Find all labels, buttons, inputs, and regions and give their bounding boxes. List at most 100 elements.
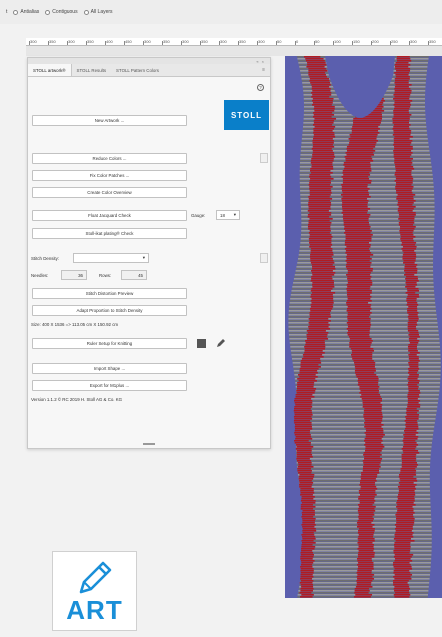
red-band-segment bbox=[345, 242, 369, 244]
red-band-segment bbox=[348, 272, 371, 274]
stoll-ikat-check-button[interactable]: Stoll-ikat plating® Check bbox=[32, 228, 187, 239]
red-band-segment bbox=[364, 410, 382, 412]
red-band-segment bbox=[297, 450, 312, 452]
tab-stoll-pattern-colors[interactable]: STOLL Pattern Colors bbox=[111, 64, 164, 76]
red-band-segment bbox=[395, 180, 413, 182]
red-band-segment bbox=[401, 468, 416, 470]
red-band-segment bbox=[313, 130, 332, 132]
close-icon[interactable]: × bbox=[262, 59, 264, 64]
create-color-overview-button[interactable]: Create Color Overview bbox=[32, 187, 187, 198]
red-band-segment bbox=[301, 546, 315, 548]
artwork-canvas[interactable] bbox=[285, 56, 442, 598]
red-band-segment bbox=[394, 124, 411, 126]
red-band-segment bbox=[359, 388, 378, 390]
float-jacquard-check-button[interactable]: Float Jacquard Check bbox=[32, 210, 187, 221]
new-artwork-button[interactable]: New Artwork ... bbox=[32, 115, 187, 126]
red-band-segment bbox=[355, 594, 372, 596]
red-band-segment bbox=[399, 212, 416, 214]
red-band-segment bbox=[314, 122, 334, 124]
red-band-segment bbox=[310, 82, 330, 84]
red-band-segment bbox=[393, 550, 410, 552]
red-band-segment bbox=[309, 242, 331, 244]
red-band-segment bbox=[302, 510, 314, 512]
red-band-segment bbox=[301, 548, 314, 550]
red-band-segment bbox=[348, 334, 370, 336]
red-band-segment bbox=[396, 70, 410, 72]
red-band-segment bbox=[405, 264, 417, 266]
red-band-segment bbox=[358, 566, 373, 568]
red-band-segment bbox=[346, 302, 368, 304]
help-icon[interactable]: ? bbox=[257, 84, 264, 91]
grid-icon[interactable] bbox=[197, 339, 206, 348]
pencil-icon[interactable] bbox=[216, 338, 226, 348]
red-band-segment bbox=[296, 394, 313, 396]
red-band-segment bbox=[300, 492, 314, 494]
resize-grip[interactable] bbox=[143, 443, 155, 445]
fix-color-patches-button[interactable]: Fix Color Patches ... bbox=[32, 170, 187, 181]
red-band-segment bbox=[363, 404, 382, 406]
needles-input[interactable]: 36 bbox=[61, 270, 87, 280]
red-band-segment bbox=[403, 452, 419, 454]
antialias-option[interactable]: Antialias bbox=[13, 9, 39, 15]
red-band-segment bbox=[344, 222, 369, 224]
red-band-segment bbox=[408, 344, 417, 346]
red-band-segment bbox=[342, 206, 368, 208]
red-band-segment bbox=[359, 484, 375, 486]
red-band-segment bbox=[300, 590, 313, 592]
red-band-segment bbox=[309, 324, 329, 326]
all-layers-option[interactable]: All Layers bbox=[84, 9, 113, 15]
tab-stoll-artwork[interactable]: STOLL artwork® bbox=[28, 64, 72, 76]
red-band-segment bbox=[314, 114, 334, 116]
red-band-segment bbox=[399, 474, 416, 476]
red-band-segment bbox=[394, 154, 412, 156]
ruler-tick-label: 50 bbox=[315, 39, 319, 44]
red-band-segment bbox=[410, 342, 418, 344]
red-band-segment bbox=[344, 232, 370, 234]
red-band-segment bbox=[363, 416, 382, 418]
red-band-segment bbox=[354, 596, 371, 598]
red-band-segment bbox=[305, 344, 325, 346]
red-band-segment bbox=[400, 470, 416, 472]
red-band-segment bbox=[311, 248, 332, 250]
red-band-segment bbox=[355, 590, 370, 592]
art-badge-label: ART bbox=[53, 595, 136, 626]
red-band-segment bbox=[309, 174, 330, 176]
red-band-segment bbox=[403, 440, 416, 442]
rows-input[interactable]: 45 bbox=[121, 270, 147, 280]
contiguous-option[interactable]: Contiguous bbox=[45, 9, 77, 15]
adapt-proportion-button[interactable]: Adapt Proportion to Stitch Density bbox=[32, 305, 187, 316]
red-band-segment bbox=[297, 386, 314, 388]
export-mcplus-button[interactable]: Export for M1plus ... bbox=[32, 380, 187, 391]
red-band-segment bbox=[312, 274, 334, 276]
expand-icon[interactable] bbox=[260, 153, 268, 163]
import-shape-button[interactable]: Import Shape ... bbox=[32, 363, 187, 374]
ruler-tick bbox=[314, 41, 315, 45]
red-band-segment bbox=[311, 294, 333, 296]
stitch-distortion-preview-button[interactable]: Stitch Distortion Preview bbox=[32, 288, 187, 299]
red-band-segment bbox=[294, 422, 311, 424]
collapse-icon[interactable]: « bbox=[256, 59, 258, 64]
red-band-segment bbox=[357, 526, 373, 528]
red-band-segment bbox=[347, 294, 370, 296]
gauge-select[interactable]: 18 ▾ bbox=[216, 210, 240, 220]
ruler-tick bbox=[162, 41, 163, 45]
ruler-tick-label: 300 bbox=[220, 39, 227, 44]
red-band-segment bbox=[347, 308, 371, 310]
red-band-segment bbox=[354, 592, 368, 594]
red-band-segment bbox=[296, 444, 311, 446]
expand-icon[interactable] bbox=[260, 253, 268, 263]
tab-stoll-results[interactable]: STOLL Results bbox=[72, 64, 112, 76]
ruler-tick bbox=[295, 41, 296, 45]
red-band-segment bbox=[394, 140, 412, 142]
reduce-colors-button[interactable]: Reduce Colors ... bbox=[32, 153, 187, 164]
ruler-tick bbox=[390, 41, 391, 45]
ruler-setup-button[interactable]: Ruler Setup for Knitting bbox=[32, 338, 187, 349]
panel-menu-icon[interactable]: ≡ bbox=[262, 67, 265, 73]
red-band-segment bbox=[314, 118, 336, 120]
red-band-segment bbox=[302, 538, 315, 540]
red-band-segment bbox=[364, 456, 380, 458]
red-band-segment bbox=[366, 434, 385, 436]
red-band-segment bbox=[363, 402, 381, 404]
stitch-density-select[interactable]: ▾ bbox=[73, 253, 149, 263]
red-band-segment bbox=[408, 382, 419, 384]
